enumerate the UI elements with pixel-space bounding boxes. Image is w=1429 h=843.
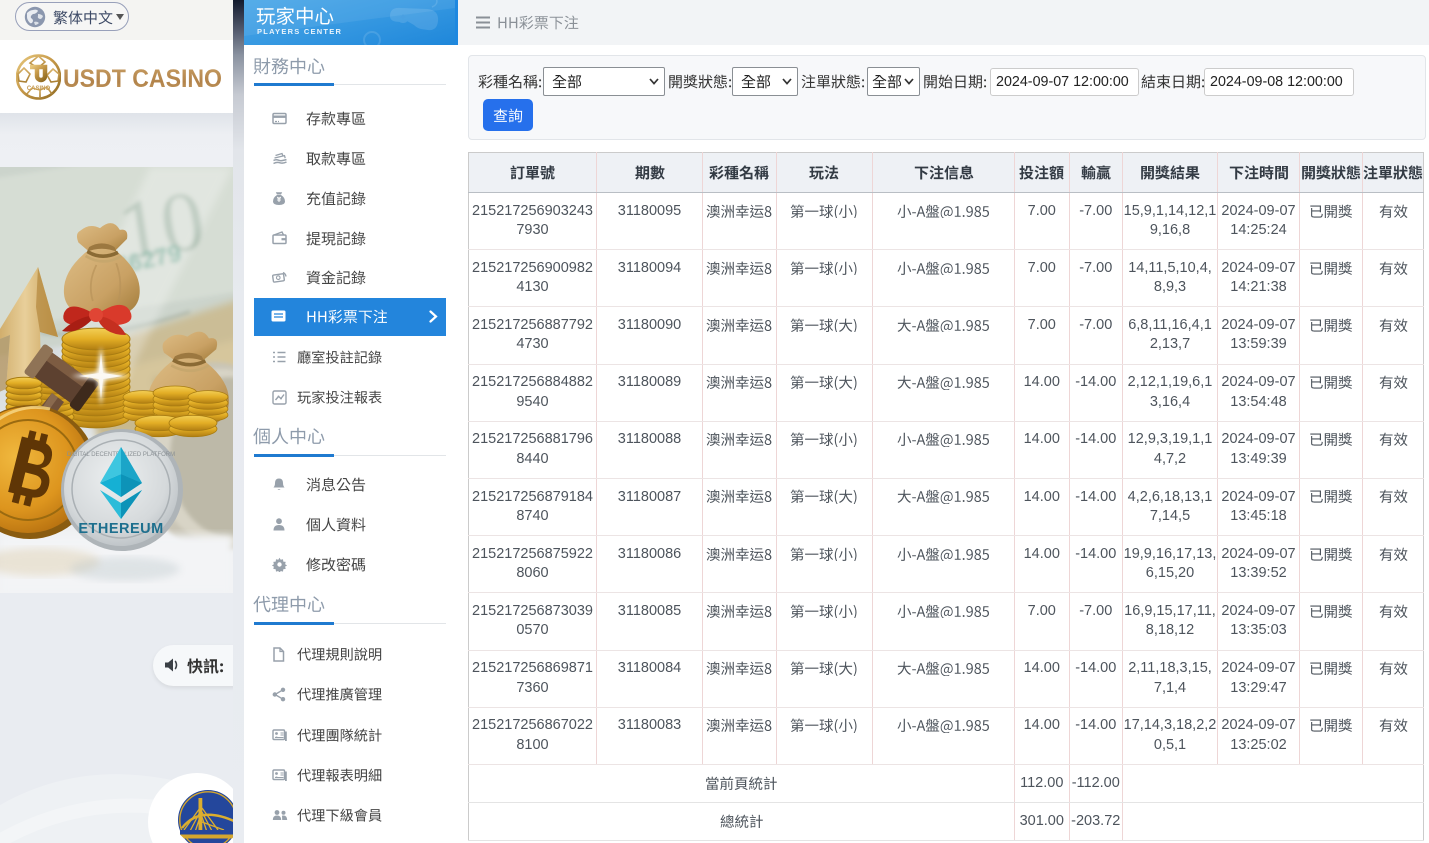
svg-text:ETHEREUM: ETHEREUM — [78, 521, 163, 537]
svg-text:USDT CASINO: USDT CASINO — [63, 65, 222, 93]
svg-text:CASINO: CASINO — [27, 86, 51, 92]
